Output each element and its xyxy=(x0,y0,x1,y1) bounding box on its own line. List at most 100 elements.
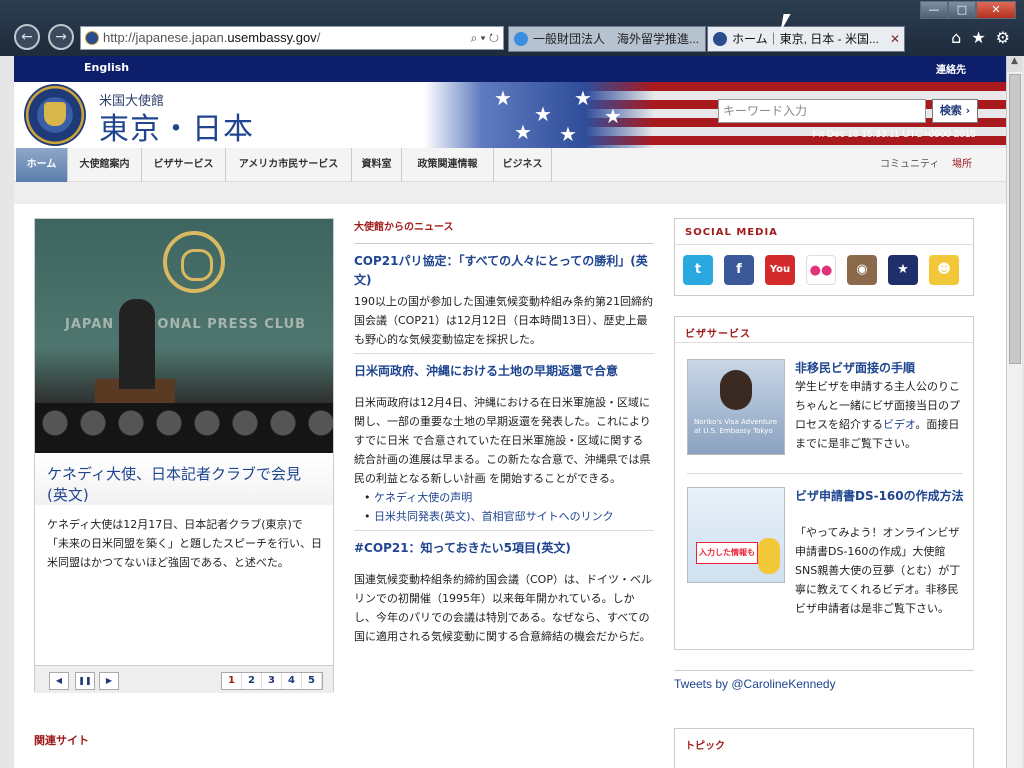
close-button[interactable]: ✕ xyxy=(976,1,1016,19)
thumbnail-caption: Noriko's Visa Adventure at U.S. Embassy … xyxy=(694,418,778,435)
noriko-figure xyxy=(720,370,752,410)
scrollbar-thumb[interactable] xyxy=(1009,74,1021,364)
feature-photo[interactable]: JAPAN NATIONAL PRESS CLUB xyxy=(35,219,333,453)
mascot-icon[interactable]: ☻ xyxy=(929,255,959,285)
audience xyxy=(35,403,333,453)
news-column: 大使館からのニュース COP21パリ協定：「すべての人々にとっての勝利」(英文)… xyxy=(354,218,654,646)
forward-button[interactable]: → xyxy=(48,24,74,50)
scrollbar[interactable]: ▲ xyxy=(1006,56,1022,768)
news-header: 大使館からのニュース xyxy=(354,218,654,244)
instagram-icon[interactable]: ◉ xyxy=(847,255,877,285)
flag-canton: ★ ★ ★ ★ ★ ★ xyxy=(424,82,654,148)
window-buttons: — □ ✕ xyxy=(920,1,1016,19)
tab-study-abroad[interactable]: 一般財団法人 海外留学推進... xyxy=(508,26,706,52)
star-icon: ★ xyxy=(559,122,577,146)
site-banner: ★ ★ ★ ★ ★ ★ 米国大使館 東京・日本 キーワード入力 検索 › Fri… xyxy=(14,82,1006,148)
ie-icon xyxy=(514,32,528,46)
seal-icon xyxy=(713,32,727,46)
social-header: SOCIAL MEDIA xyxy=(675,219,973,245)
visa-item-title[interactable]: 非移民ビザ面接の手順 xyxy=(795,359,965,377)
news-title[interactable]: 日米両政府、沖縄における土地の早期返還で合意 xyxy=(354,362,654,381)
speaker-figure xyxy=(119,299,155,389)
tab-label: 一般財団法人 海外留学推進... xyxy=(533,32,700,46)
browser-tools: ⌂ ★ ⚙ xyxy=(951,28,1010,47)
social-media-box: SOCIAL MEDIA t f You ●● ◉ ★ ☻ xyxy=(674,218,974,296)
slider-next-button[interactable]: ▶ xyxy=(99,672,119,690)
slider-page[interactable]: 2 xyxy=(242,673,262,689)
visa-video-thumbnail[interactable]: Noriko's Visa Adventure at U.S. Embassy … xyxy=(687,359,785,455)
settings-icon[interactable]: ⚙ xyxy=(996,28,1010,47)
nav-resources[interactable]: 資料室 xyxy=(352,148,402,182)
slider-pages: 1 2 3 4 5 xyxy=(221,672,323,690)
nav-business[interactable]: ビジネス xyxy=(494,148,552,182)
maximize-button[interactable]: □ xyxy=(948,1,976,19)
americanview-icon[interactable]: ★ xyxy=(888,255,918,285)
gray-bar xyxy=(14,182,1006,204)
visa-video-link[interactable]: ビデオ xyxy=(883,418,915,431)
slider-page[interactable]: 4 xyxy=(282,673,302,689)
feature-title[interactable]: ケネディ大使、日本記者クラブで会見(英文) xyxy=(35,453,333,505)
news-body: 190以上の国が参加した国連気候変動枠組み条約第21回締約国会議（COP21）は… xyxy=(354,295,653,346)
search-button[interactable]: 検索 › xyxy=(932,99,978,123)
browser-viewport: English 連絡先 ★ ★ ★ ★ ★ ★ 米国大使館 東京・日本 キーワー… xyxy=(0,56,1024,768)
search-input[interactable]: キーワード入力 xyxy=(718,99,926,123)
news-title[interactable]: COP21パリ協定：「すべての人々にとっての勝利」(英文) xyxy=(354,252,654,290)
tab-label: ホーム｜東京, 日本 - 米国... xyxy=(732,32,879,46)
nav-visa-services[interactable]: ビザサービス xyxy=(142,148,226,182)
facebook-icon[interactable]: f xyxy=(724,255,754,285)
back-button[interactable]: ← xyxy=(14,24,40,50)
feature-desc: ケネディ大使は12月17日、日本記者クラブ(東京)で「未来の日米同盟を築く」と題… xyxy=(47,518,322,569)
divider xyxy=(687,473,963,474)
address-domain: usembassy.gov xyxy=(227,30,317,45)
address-controls[interactable]: ⌕ ▾ ↻ xyxy=(470,27,499,49)
english-link[interactable]: English xyxy=(84,61,129,74)
news-body: 国連気候変動枠組条約締約国会議（COP）は、ドイツ・ベルリンでの初開催（1995… xyxy=(354,573,652,643)
twitter-icon[interactable]: t xyxy=(683,255,713,285)
visa-item-title[interactable]: ビザ申請書DS-160の作成方法 xyxy=(795,487,965,505)
slider-prev-button[interactable]: ◀ xyxy=(49,672,69,690)
nav-about-embassy[interactable]: 大使館案内 xyxy=(68,148,142,182)
site-title[interactable]: 東京・日本 xyxy=(99,104,254,148)
home-icon[interactable]: ⌂ xyxy=(951,28,961,47)
press-club-sign: JAPAN NATIONAL PRESS CLUB xyxy=(65,317,307,332)
scroll-up-arrow-icon[interactable]: ▲ xyxy=(1007,56,1022,72)
contact-link[interactable]: 連絡先 xyxy=(936,61,966,76)
nav-community[interactable]: コミュニティ xyxy=(880,148,939,182)
search-button-label: 検索 xyxy=(939,104,962,117)
browser-chrome: — □ ✕ ← → http://japanese.japan.usembass… xyxy=(0,0,1024,56)
nav-location[interactable]: 場所 xyxy=(952,148,972,182)
nav-citizen-services[interactable]: アメリカ市民サービス xyxy=(226,148,352,182)
web-page: English 連絡先 ★ ★ ★ ★ ★ ★ 米国大使館 東京・日本 キーワー… xyxy=(14,56,1006,768)
nav-policy[interactable]: 政策関連情報 xyxy=(402,148,494,182)
nav-home[interactable]: ホーム xyxy=(16,148,68,182)
slider-page[interactable]: 1 xyxy=(222,673,242,689)
divider xyxy=(354,530,654,531)
top-strip: English 連絡先 xyxy=(14,56,1006,82)
address-bar[interactable]: http://japanese.japan.usembassy.gov/ ⌕ ▾… xyxy=(80,26,504,50)
tab-close-icon[interactable]: ✕ xyxy=(890,27,900,51)
star-icon: ★ xyxy=(514,120,532,144)
address-prefix: http://japanese.japan. xyxy=(103,30,228,45)
star-icon: ★ xyxy=(534,102,552,126)
tweets-link[interactable]: Tweets by @CarolineKennedy xyxy=(674,670,974,698)
visa-header: ビザサービス xyxy=(675,317,973,343)
site-favicon-icon xyxy=(85,31,99,45)
star-icon: ★ xyxy=(574,86,592,110)
news-link[interactable]: ケネディ大使の声明 xyxy=(364,488,654,507)
news-link[interactable]: 日米共同発表(英文)、首相官邸サイトへのリンク xyxy=(364,507,654,526)
star-icon: ★ xyxy=(494,86,512,110)
visa-item-desc: 「やってみよう！オンラインビザ申請書DS-160の作成」大使館SNS親善大使の豆… xyxy=(795,526,961,615)
embassy-seal-logo[interactable] xyxy=(24,84,86,146)
minimize-button[interactable]: — xyxy=(920,1,948,19)
slider-page[interactable]: 5 xyxy=(302,673,322,689)
favorites-icon[interactable]: ★ xyxy=(971,28,985,47)
feature-slider: JAPAN NATIONAL PRESS CLUB ケネディ大使、日本記者クラブ… xyxy=(34,218,334,693)
youtube-icon[interactable]: You xyxy=(765,255,795,285)
slider-page[interactable]: 3 xyxy=(262,673,282,689)
address-suffix: / xyxy=(316,30,321,45)
social-icons: t f You ●● ◉ ★ ☻ xyxy=(675,245,973,285)
tab-embassy-home[interactable]: ホーム｜東京, 日本 - 米国... ✕ xyxy=(707,26,905,52)
flickr-icon[interactable]: ●● xyxy=(806,255,836,285)
news-title[interactable]: #COP21：知っておきたい5項目(英文) xyxy=(354,539,654,558)
slider-pause-button[interactable]: ❚❚ xyxy=(75,672,95,690)
